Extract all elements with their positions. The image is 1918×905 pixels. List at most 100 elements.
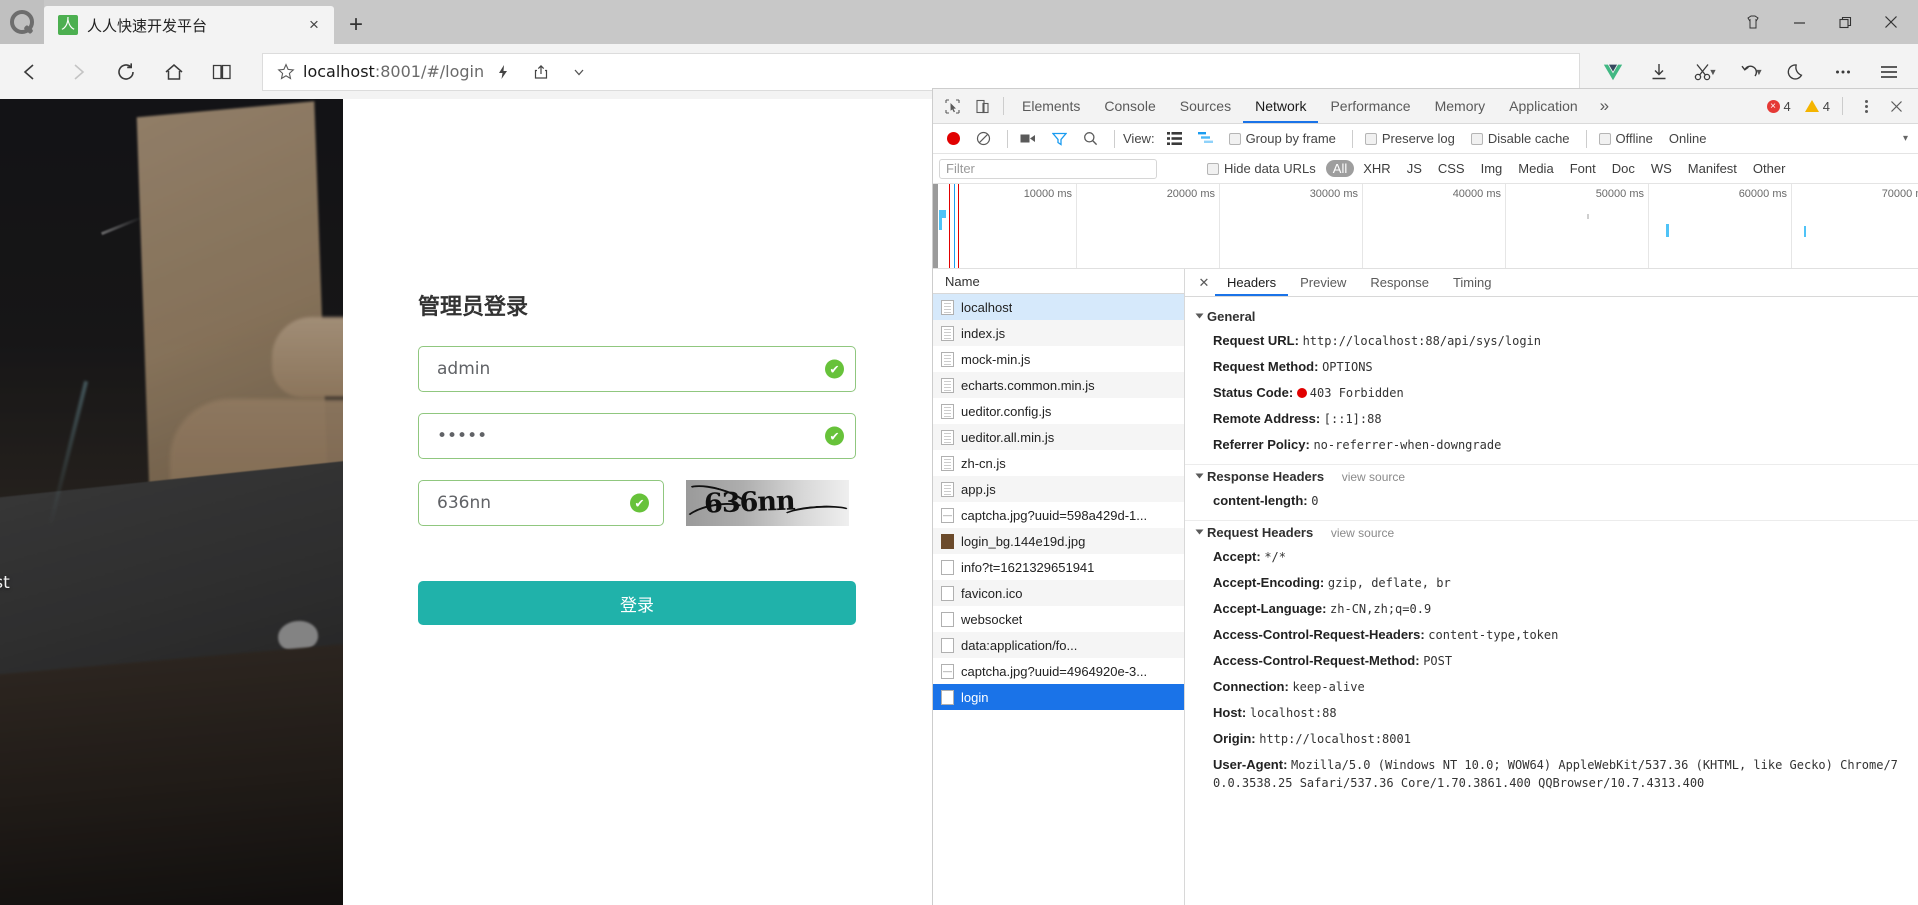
type-filter-xhr[interactable]: XHR bbox=[1356, 160, 1397, 177]
address-bar-text[interactable]: localhost:8001/#/login bbox=[303, 62, 484, 81]
password-input[interactable] bbox=[418, 413, 856, 459]
url-path: :8001/#/login bbox=[374, 62, 485, 81]
tab-timing[interactable]: Timing bbox=[1441, 269, 1504, 296]
minimize-button[interactable] bbox=[1776, 0, 1822, 44]
share-icon[interactable] bbox=[522, 54, 560, 90]
throttling-select[interactable]: Online bbox=[1663, 131, 1713, 146]
table-row[interactable]: app.js bbox=[933, 476, 1184, 502]
type-filter-font[interactable]: Font bbox=[1563, 160, 1603, 177]
back-button[interactable] bbox=[6, 49, 54, 95]
offline-checkbox[interactable]: Offline bbox=[1593, 131, 1659, 146]
preserve-log-checkbox[interactable]: Preserve log bbox=[1359, 131, 1461, 146]
view-source-link[interactable]: view source bbox=[1331, 526, 1394, 540]
table-row[interactable]: — captcha.jpg?uuid=4964920e-3... bbox=[933, 658, 1184, 684]
bookmark-star-icon[interactable] bbox=[269, 62, 303, 81]
type-filter-media[interactable]: Media bbox=[1511, 160, 1560, 177]
section-general[interactable]: General bbox=[1185, 305, 1918, 328]
chevron-down-icon[interactable]: ▼ bbox=[1709, 67, 1718, 77]
tab-application[interactable]: Application bbox=[1497, 89, 1590, 123]
cursor-select-icon[interactable] bbox=[937, 91, 967, 121]
device-toggle-icon[interactable] bbox=[967, 91, 997, 121]
record-button[interactable] bbox=[941, 132, 966, 145]
requests-column-header[interactable]: Name bbox=[933, 269, 1184, 294]
new-tab-button[interactable]: + bbox=[334, 6, 378, 44]
divider bbox=[1842, 97, 1843, 115]
type-filter-ws[interactable]: WS bbox=[1644, 160, 1679, 177]
captcha-input[interactable] bbox=[418, 480, 664, 526]
type-filter-other[interactable]: Other bbox=[1746, 160, 1793, 177]
filter-toggle-button[interactable] bbox=[1046, 132, 1073, 146]
clear-button[interactable] bbox=[970, 131, 997, 146]
tab-preview[interactable]: Preview bbox=[1288, 269, 1358, 296]
lightning-icon[interactable] bbox=[484, 54, 522, 90]
capture-screenshots-button[interactable] bbox=[1014, 132, 1042, 145]
tab-performance[interactable]: Performance bbox=[1318, 89, 1422, 123]
header-value: http://localhost:88/api/sys/login bbox=[1302, 334, 1541, 348]
table-row[interactable]: ueditor.all.min.js bbox=[933, 424, 1184, 450]
warning-badge[interactable]: 4 bbox=[1795, 99, 1830, 114]
type-filter-css[interactable]: CSS bbox=[1431, 160, 1472, 177]
table-row[interactable]: login bbox=[933, 684, 1184, 710]
tab-console[interactable]: Console bbox=[1092, 89, 1167, 123]
table-row[interactable]: login_bg.144e19d.jpg bbox=[933, 528, 1184, 554]
restore-button[interactable] bbox=[1822, 0, 1868, 44]
table-row[interactable]: localhost bbox=[933, 294, 1184, 320]
list-view-button[interactable] bbox=[1161, 132, 1188, 145]
type-filter-js[interactable]: JS bbox=[1400, 160, 1429, 177]
chevron-down-icon[interactable] bbox=[560, 54, 598, 90]
table-row[interactable]: zh-cn.js bbox=[933, 450, 1184, 476]
more-tabs-icon[interactable]: » bbox=[1590, 96, 1619, 116]
hide-data-urls-checkbox[interactable]: Hide data URLs bbox=[1201, 161, 1322, 176]
tab-network[interactable]: Network bbox=[1243, 89, 1318, 123]
captcha-image[interactable]: 636nn bbox=[686, 480, 849, 526]
waterfall-view-button[interactable] bbox=[1192, 132, 1219, 145]
disable-cache-checkbox[interactable]: Disable cache bbox=[1465, 131, 1576, 146]
throttling-caret-icon[interactable]: ▾ bbox=[1903, 133, 1908, 144]
forward-button[interactable] bbox=[54, 49, 102, 95]
table-row[interactable]: favicon.ico bbox=[933, 580, 1184, 606]
reload-button[interactable] bbox=[102, 49, 150, 95]
tab-elements[interactable]: Elements bbox=[1010, 89, 1092, 123]
section-response-headers[interactable]: Response Headers view source bbox=[1185, 464, 1918, 488]
type-filter-doc[interactable]: Doc bbox=[1605, 160, 1642, 177]
table-row[interactable]: index.js bbox=[933, 320, 1184, 346]
username-input[interactable] bbox=[418, 346, 856, 392]
devtools-close-icon[interactable] bbox=[1881, 91, 1911, 121]
table-row[interactable]: websocket bbox=[933, 606, 1184, 632]
tab-memory[interactable]: Memory bbox=[1423, 89, 1498, 123]
table-row[interactable]: info?t=1621329651941 bbox=[933, 554, 1184, 580]
filter-input[interactable] bbox=[939, 158, 1157, 179]
bookmarks-button[interactable] bbox=[198, 49, 246, 95]
table-row[interactable]: ueditor.config.js bbox=[933, 398, 1184, 424]
table-row[interactable]: echarts.common.min.js bbox=[933, 372, 1184, 398]
section-request-headers[interactable]: Request Headers view source bbox=[1185, 520, 1918, 544]
header-value: POST bbox=[1423, 654, 1453, 668]
table-row[interactable]: data:application/fo... bbox=[933, 632, 1184, 658]
warning-count: 4 bbox=[1822, 98, 1830, 114]
home-button[interactable] bbox=[150, 49, 198, 95]
detail-close-icon[interactable]: ✕ bbox=[1193, 275, 1215, 291]
error-badge[interactable]: × 4 bbox=[1766, 99, 1791, 114]
table-row[interactable]: — captcha.jpg?uuid=598a429d-1... bbox=[933, 502, 1184, 528]
group-by-frame-checkbox[interactable]: Group by frame bbox=[1223, 131, 1342, 146]
close-button[interactable] bbox=[1868, 0, 1914, 44]
network-overview-timeline[interactable]: 10000 ms 20000 ms 30000 ms 40000 ms 5000… bbox=[933, 184, 1918, 269]
address-bar[interactable]: localhost:8001/#/login bbox=[262, 52, 1580, 91]
type-filter-all[interactable]: All bbox=[1325, 160, 1355, 177]
search-button[interactable] bbox=[1077, 131, 1104, 146]
chevron-down-icon[interactable]: ▼ bbox=[1755, 67, 1764, 77]
table-row[interactable]: mock-min.js bbox=[933, 346, 1184, 372]
header-key: Remote Address: bbox=[1213, 411, 1321, 426]
view-source-link[interactable]: view source bbox=[1342, 470, 1405, 484]
type-filter-manifest[interactable]: Manifest bbox=[1681, 160, 1744, 177]
login-button[interactable]: 登录 bbox=[418, 581, 856, 625]
type-filter-img[interactable]: Img bbox=[1474, 160, 1510, 177]
tab-close-icon[interactable]: × bbox=[302, 13, 326, 37]
tab-response[interactable]: Response bbox=[1358, 269, 1441, 296]
kebab-icon[interactable] bbox=[1851, 91, 1881, 121]
skin-button[interactable] bbox=[1730, 0, 1776, 44]
tab-headers[interactable]: Headers bbox=[1215, 269, 1288, 296]
browser-tab[interactable]: 人 人人快速开发平台 × bbox=[44, 6, 334, 44]
header-row: Request Method: OPTIONS bbox=[1185, 354, 1918, 380]
tab-sources[interactable]: Sources bbox=[1168, 89, 1243, 123]
